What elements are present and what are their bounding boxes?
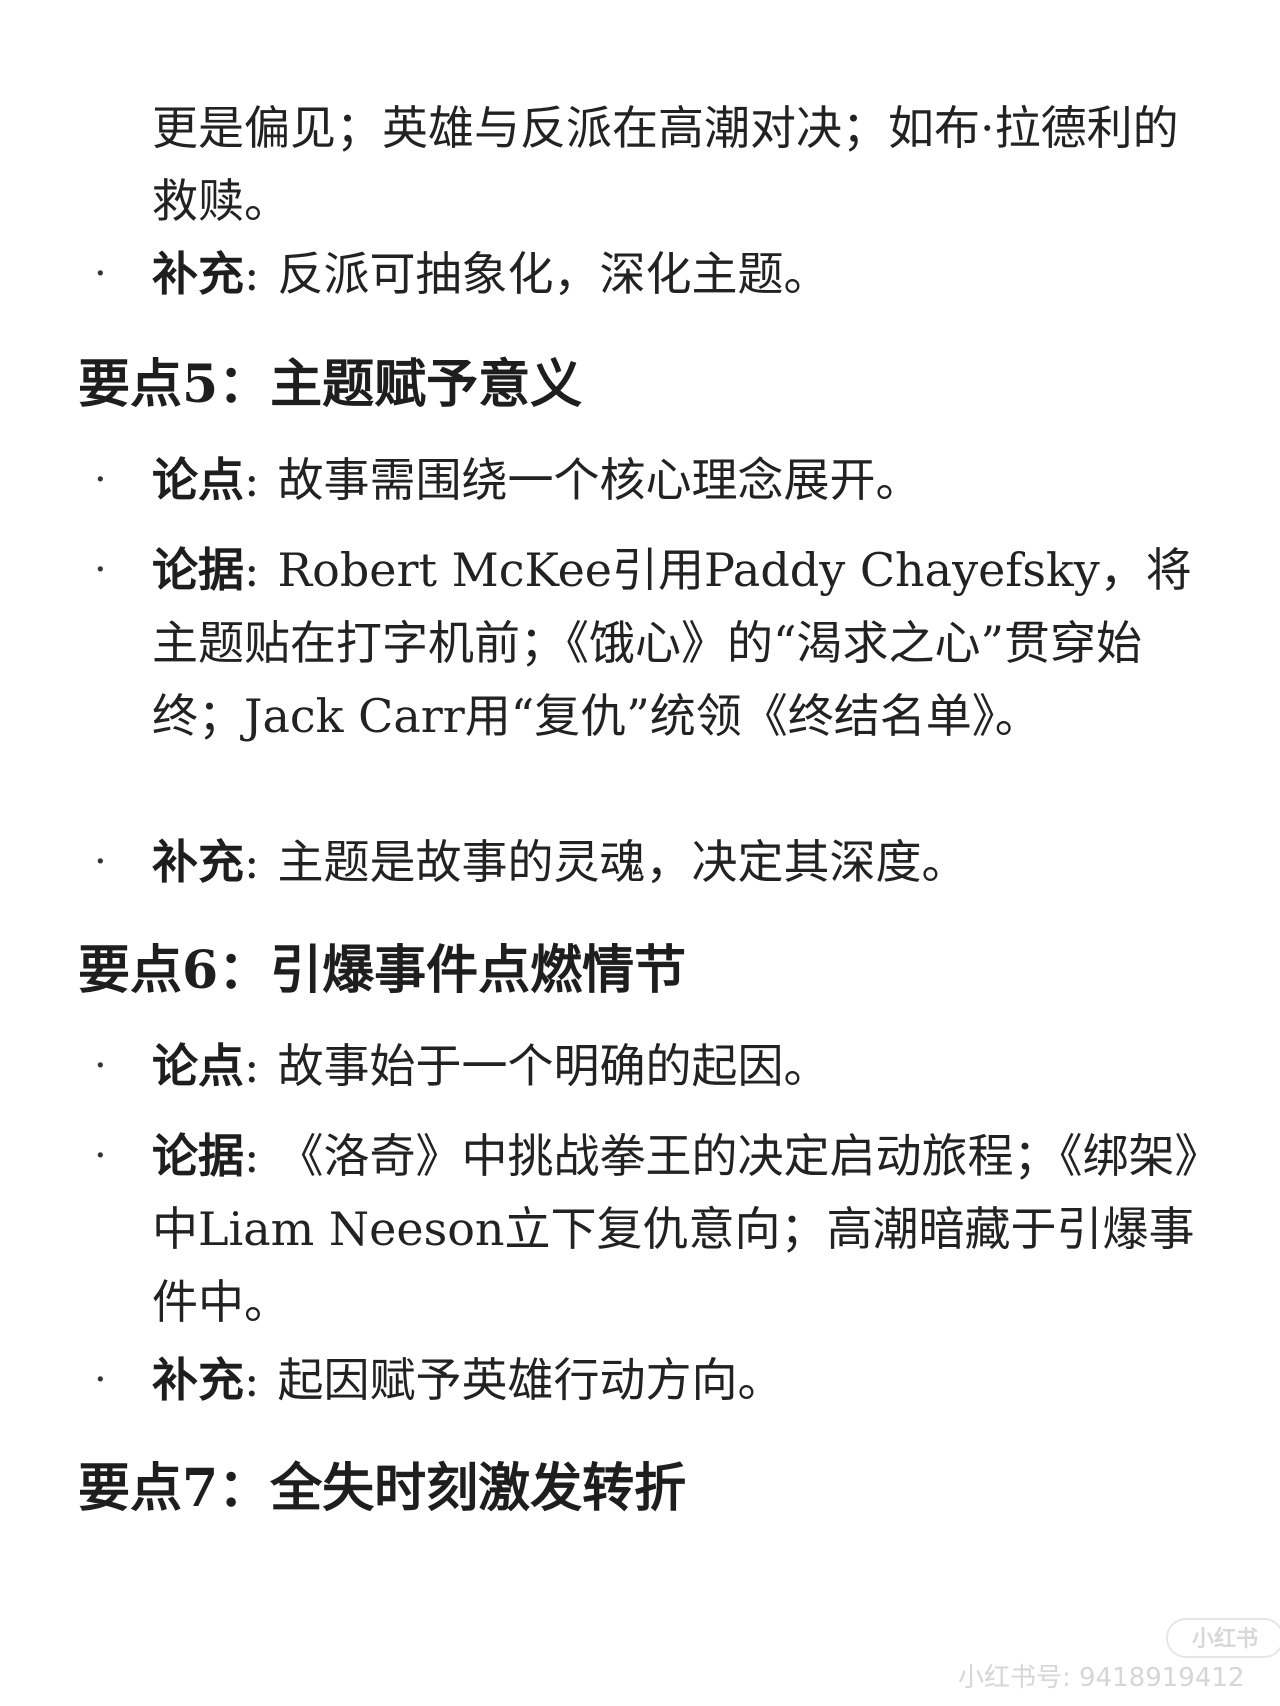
bullet-dot: · <box>94 1133 107 1179</box>
bullet-dot: · <box>94 839 107 885</box>
item-text: 主题是故事的灵魂，决定其深度。 <box>277 835 968 889</box>
item-separator: : <box>244 247 260 301</box>
item-separator: : <box>244 1353 260 1407</box>
bullet-dot: · <box>94 457 107 503</box>
section-heading: 要点7：全失时刻激发转折 <box>78 1458 687 1519</box>
bullet-dot: · <box>94 251 107 297</box>
bullet-dot: · <box>94 1357 107 1403</box>
item-separator: : <box>244 1129 260 1183</box>
item-label: 论点 <box>152 1039 244 1093</box>
item-label: 论据 <box>152 543 244 597</box>
bullet-dot: · <box>94 1043 107 1089</box>
watermark-id: 小红书号: 9418919412 <box>958 1663 1245 1693</box>
item-separator: : <box>244 453 260 507</box>
item-label: 补充 <box>152 1353 244 1407</box>
item-label: 补充 <box>152 247 244 301</box>
document-page: 更是偏见；英雄与反派在高潮对决；如布·拉德利的救赎。 · 补充: 反派可抽象化，深… <box>0 0 1280 1706</box>
item-label: 论点 <box>152 453 244 507</box>
item-text: Robert McKee引用Paddy Chayefsky，将主题贴在打字机前；… <box>152 543 1192 743</box>
section-heading: 要点5：主题赋予意义 <box>78 354 583 415</box>
watermark-logo: 小红书 <box>1166 1618 1280 1658</box>
continued-paragraph: 更是偏见；英雄与反派在高潮对决；如布·拉德利的救赎。 <box>152 101 1179 228</box>
item-text: 故事始于一个明确的起因。 <box>277 1039 830 1093</box>
item-text: 反派可抽象化，深化主题。 <box>277 247 830 301</box>
item-text: 《洛奇》中挑战拳王的决定启动旅程；《绑架》中Liam Neeson立下复仇意向；… <box>152 1129 1198 1329</box>
item-label: 补充 <box>152 835 244 889</box>
item-separator: : <box>244 1039 260 1093</box>
item-separator: : <box>244 835 260 889</box>
section-heading: 要点6：引爆事件点燃情节 <box>78 940 687 1001</box>
item-label: 论据 <box>152 1129 244 1183</box>
item-text: 故事需围绕一个核心理念展开。 <box>277 453 922 507</box>
bullet-dot: · <box>94 547 107 593</box>
item-text: 起因赋予英雄行动方向。 <box>277 1353 784 1407</box>
item-separator: : <box>244 543 260 597</box>
